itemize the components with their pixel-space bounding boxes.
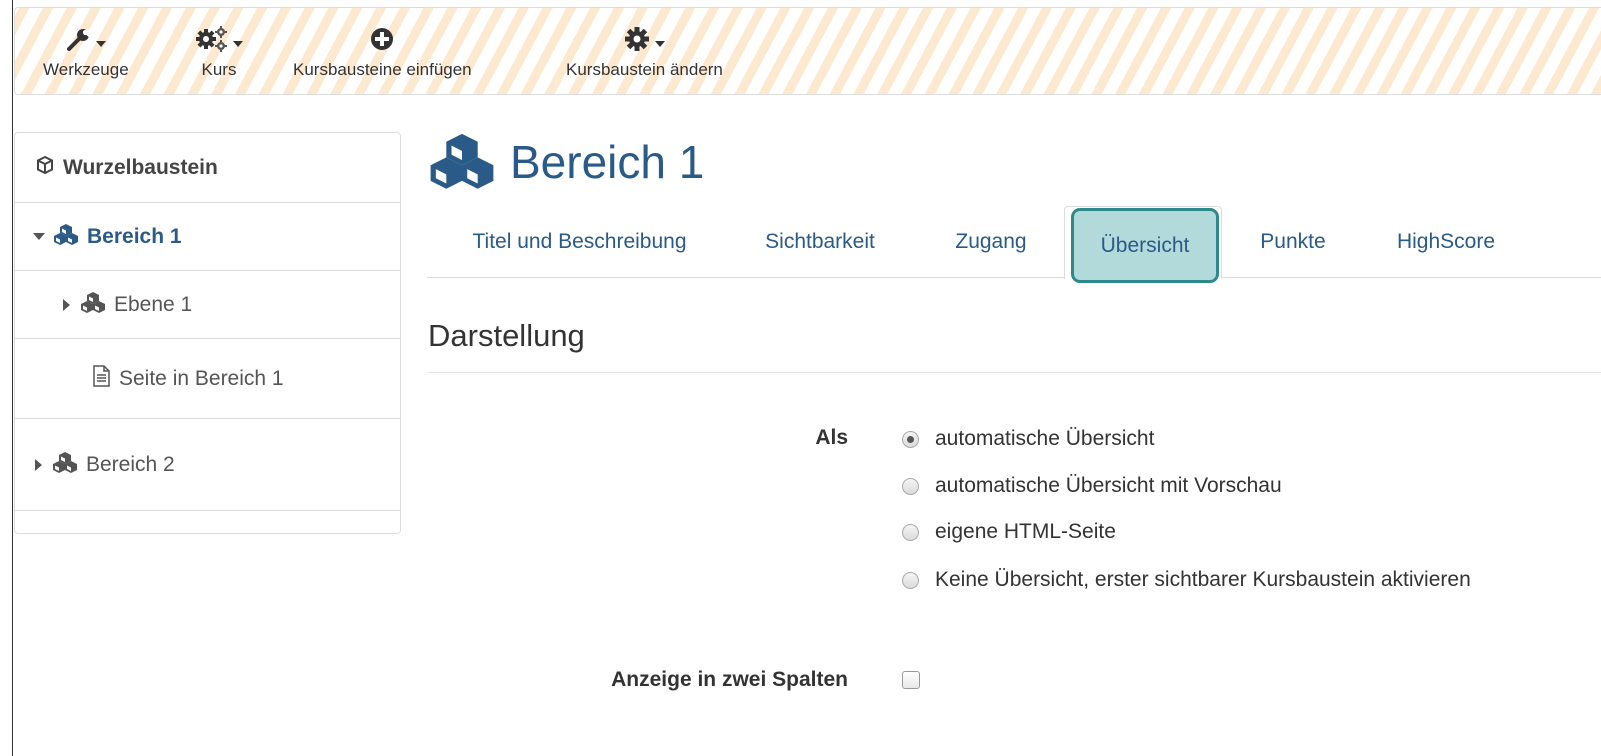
tab-visibility[interactable]: Sichtbarkeit	[745, 206, 895, 278]
sidebar-item-label: Bereich 2	[86, 452, 175, 476]
radio-option-label: automatische Übersicht mit Vorschau	[935, 474, 1282, 497]
sidebar-item-bereich-2[interactable]: Bereich 2	[15, 419, 400, 511]
file-text-icon	[91, 364, 119, 393]
caret-right-icon[interactable]	[35, 458, 42, 471]
section-divider	[427, 372, 1601, 373]
page-header: Bereich 1	[428, 132, 704, 192]
display-as-label: Als	[815, 426, 848, 449]
radio-option-custom-html-page[interactable]: eigene HTML-Seite	[902, 520, 1116, 544]
cubes-icon	[53, 223, 87, 251]
chevron-down-icon	[233, 41, 243, 47]
chevron-down-icon	[655, 41, 666, 47]
insert-course-elements-button[interactable]: Kursbausteine einfügen	[293, 26, 472, 80]
sidebar-item-label: Bereich 1	[87, 224, 182, 248]
course-label: Kurs	[201, 60, 237, 79]
tools-menu-button[interactable]: Werkzeuge	[43, 26, 129, 80]
tools-label: Werkzeuge	[43, 60, 129, 79]
radio-option-label: automatische Übersicht	[935, 427, 1155, 450]
cubes-icon	[80, 291, 114, 319]
sidebar-item-root[interactable]: Wurzelbaustein	[15, 133, 400, 203]
tab-access[interactable]: Zugang	[929, 206, 1053, 278]
tab-highscore[interactable]: HighScore	[1371, 206, 1521, 278]
tab-overview[interactable]: Übersicht	[1071, 208, 1219, 283]
caret-down-icon[interactable]	[33, 233, 45, 240]
course-editor-toolbar: Werkzeuge Kurs Kursbausteine einfügen Ku…	[14, 7, 1601, 95]
insert-course-elements-label: Kursbausteine einfügen	[293, 60, 472, 79]
wrench-icon	[66, 26, 94, 57]
plus-circle-icon	[369, 26, 395, 57]
sidebar-item-bereich-1[interactable]: Bereich 1	[15, 203, 400, 271]
two-columns-checkbox[interactable]	[902, 671, 920, 689]
two-columns-label: Anzeige in zwei Spalten	[611, 668, 848, 691]
change-course-element-button[interactable]: Kursbaustein ändern	[566, 26, 723, 80]
sidebar-item-label: Wurzelbaustein	[63, 155, 218, 179]
gears-icon	[195, 25, 229, 58]
radio-option-automatic-overview-preview[interactable]: automatische Übersicht mit Vorschau	[902, 474, 1282, 498]
radio-option-label: Keine Übersicht, erster sichtbarer Kursb…	[935, 568, 1471, 591]
radio-button[interactable]	[902, 523, 919, 541]
sidebar-item-label: Ebene 1	[114, 292, 193, 316]
gear-icon	[623, 25, 651, 58]
course-menu-button[interactable]: Kurs	[195, 25, 243, 80]
caret-right-icon[interactable]	[63, 298, 70, 311]
sidebar-item-label: Seite in Bereich 1	[119, 366, 284, 390]
radio-button[interactable]	[902, 571, 919, 589]
radio-option-automatic-overview[interactable]: automatische Übersicht	[902, 427, 1154, 451]
radio-button[interactable]	[902, 430, 919, 448]
sidebar-item-ebene-1[interactable]: Ebene 1	[15, 271, 400, 339]
sidebar-item-seite-in-bereich-1[interactable]: Seite in Bereich 1	[15, 339, 400, 419]
tab-points[interactable]: Punkte	[1233, 206, 1353, 278]
page-title: Bereich 1	[510, 136, 705, 188]
tab-title-and-description[interactable]: Titel und Beschreibung	[427, 206, 732, 278]
section-title: Darstellung	[428, 318, 585, 353]
change-course-element-label: Kursbaustein ändern	[566, 60, 723, 79]
radio-button[interactable]	[902, 477, 919, 495]
course-tree-sidebar: Wurzelbaustein Bereich 1 Ebene 1 Seite i…	[14, 132, 401, 534]
tab-bar: Titel und Beschreibung Sichtbarkeit Zuga…	[427, 206, 1601, 283]
radio-option-label: eigene HTML-Seite	[935, 520, 1116, 543]
cubes-icon	[428, 131, 496, 194]
cube-icon	[35, 155, 63, 181]
radio-option-no-overview[interactable]: Keine Übersicht, erster sichtbarer Kursb…	[902, 568, 1471, 592]
cubes-icon	[52, 451, 86, 479]
chevron-down-icon	[95, 41, 106, 47]
